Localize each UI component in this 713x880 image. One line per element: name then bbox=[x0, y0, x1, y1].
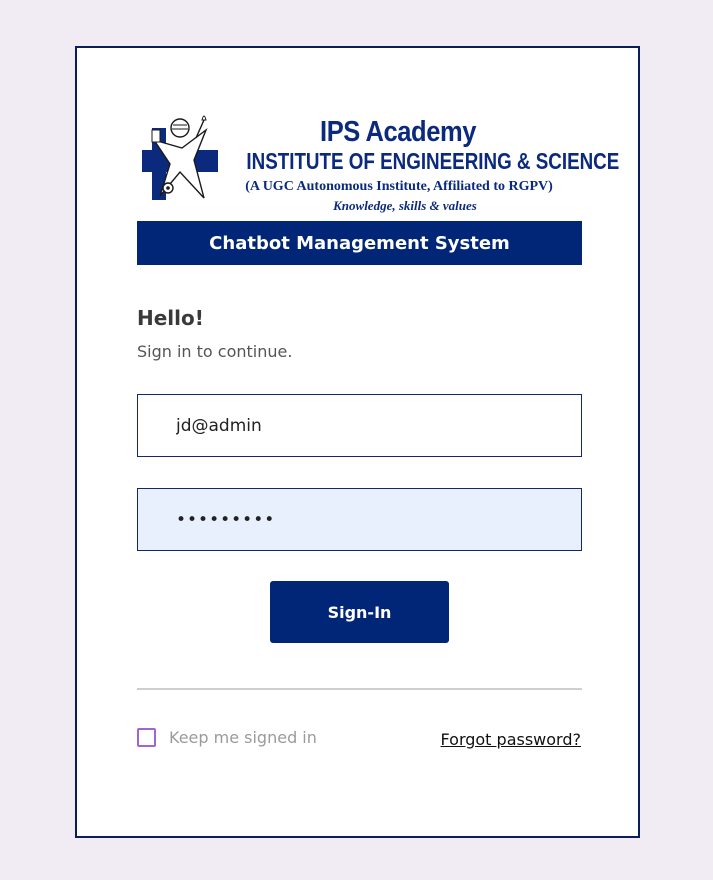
system-title-banner: Chatbot Management System bbox=[137, 221, 582, 265]
institute-logo: IPS Academy INSTITUTE OF ENGINEERING & S… bbox=[137, 110, 620, 220]
keep-signed-in-checkbox[interactable] bbox=[137, 728, 156, 747]
login-card: IPS Academy INSTITUTE OF ENGINEERING & S… bbox=[75, 46, 640, 838]
password-field[interactable] bbox=[137, 488, 582, 551]
sign-in-button[interactable]: Sign-In bbox=[270, 581, 449, 643]
forgot-password-link[interactable]: Forgot password? bbox=[441, 730, 581, 749]
logo-subtitle: INSTITUTE OF ENGINEERING & SCIENCE bbox=[246, 148, 620, 174]
divider bbox=[137, 688, 582, 690]
greeting-heading: Hello! bbox=[137, 306, 204, 330]
keep-signed-in-label: Keep me signed in bbox=[169, 728, 317, 747]
email-field[interactable] bbox=[137, 394, 582, 457]
keep-signed-in-option[interactable]: Keep me signed in bbox=[137, 728, 317, 747]
logo-tagline: Knowledge, skills & values bbox=[333, 198, 477, 213]
logo-affiliation: (A UGC Autonomous Institute, Affiliated … bbox=[245, 179, 553, 194]
ips-academy-emblem-icon bbox=[142, 115, 218, 200]
logo-title: IPS Academy bbox=[320, 116, 476, 148]
greeting-subtitle: Sign in to continue. bbox=[137, 342, 293, 361]
